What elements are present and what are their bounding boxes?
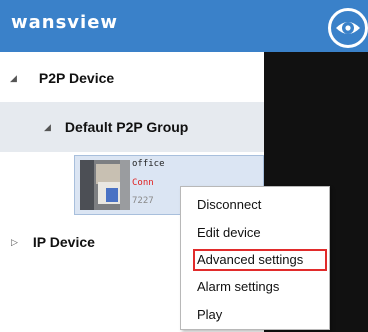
expand-arrow-icon[interactable]: ◢ — [44, 122, 51, 133]
camera-thumbnail — [80, 160, 130, 210]
tree-node-label: Default P2P Group — [64, 119, 189, 135]
eye-button[interactable] — [328, 8, 368, 48]
menu-item-play[interactable]: Play — [197, 304, 222, 326]
app-header: wansview — [0, 0, 368, 52]
menu-item-edit-device[interactable]: Edit device — [197, 222, 261, 244]
expand-arrow-icon[interactable]: ◢ — [10, 73, 17, 84]
device-status: Conn — [132, 178, 154, 188]
menu-item-alarm-settings[interactable]: Alarm settings — [197, 276, 279, 298]
tree-node-label: IP Device — [32, 234, 95, 250]
device-id: 7227 — [132, 196, 154, 206]
context-menu: Disconnect Edit device Advanced settings… — [180, 186, 330, 330]
device-name: office — [132, 159, 165, 169]
brand-logo: wansview — [11, 12, 119, 33]
menu-item-advanced-settings[interactable]: Advanced settings — [197, 249, 303, 271]
menu-item-disconnect[interactable]: Disconnect — [197, 194, 261, 216]
eye-icon — [336, 22, 360, 34]
collapse-arrow-icon[interactable]: ▷ — [11, 237, 18, 248]
tree-node-label: P2P Device — [38, 70, 115, 86]
tree-node-p2p-device[interactable]: ◢ P2P Device — [0, 56, 264, 100]
tree-node-default-p2p-group[interactable]: ◢ Default P2P Group — [0, 102, 264, 152]
